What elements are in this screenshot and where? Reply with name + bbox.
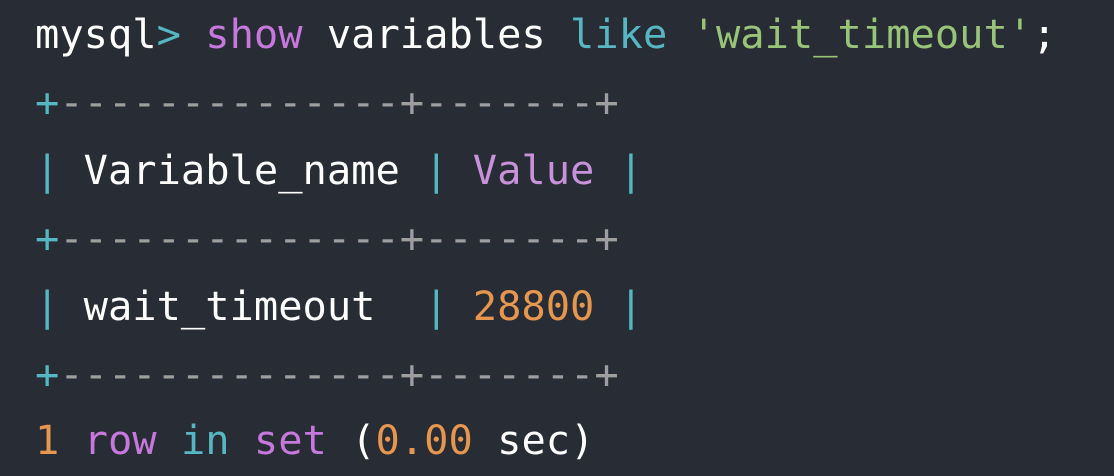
word-in: in [180, 416, 230, 464]
prompt-symbol: > [156, 10, 181, 58]
border-plus-mid: + [399, 214, 425, 262]
border-dashes-value: ------- [424, 214, 595, 262]
border-dashes-name: -------------- [59, 350, 400, 398]
cell-variable-name: wait_timeout [83, 282, 376, 330]
table-border-top: +--------------+-------+ [35, 82, 619, 122]
prompt-label: mysql [35, 10, 157, 58]
border-plus-right: + [594, 350, 619, 398]
keyword-like: like [570, 10, 668, 58]
border-dashes-name: -------------- [59, 78, 400, 126]
pipe-right: | [618, 146, 644, 194]
paren-open: ( [351, 416, 376, 464]
terminal-window[interactable]: mysql> show variables like 'wait_timeout… [0, 0, 1114, 476]
table-border-bottom: +--------------+-------+ [35, 354, 619, 394]
border-dashes-name: -------------- [59, 214, 400, 262]
table-header-row: | Variable_name | Value | [35, 150, 643, 190]
border-dashes-value: ------- [424, 350, 595, 398]
border-plus-mid: + [399, 78, 425, 126]
pipe-left: | [35, 282, 60, 330]
table-row: | wait_timeout | 28800 | [35, 286, 643, 326]
pipe-left: | [35, 146, 60, 194]
border-plus-left: + [35, 214, 60, 262]
border-plus-mid: + [399, 350, 425, 398]
keyword-show: show [205, 10, 303, 58]
border-plus-right: + [594, 214, 619, 262]
header-variable-name: Variable_name [83, 146, 400, 194]
table-border-middle: +--------------+-------+ [35, 218, 619, 258]
pipe-right: | [618, 282, 644, 330]
pipe-mid: | [424, 282, 449, 330]
paren-close: ) [570, 416, 595, 464]
border-plus-right: + [594, 78, 619, 126]
word-variables: variables [326, 10, 546, 58]
border-dashes-value: ------- [424, 78, 595, 126]
time-unit: sec [497, 416, 571, 464]
pipe-mid: | [424, 146, 449, 194]
word-set: set [253, 416, 327, 464]
elapsed-time: 0.00 [375, 416, 473, 464]
border-plus-left: + [35, 78, 60, 126]
row-count: 1 [35, 416, 60, 464]
result-summary: 1 row in set (0.00 sec) [35, 420, 594, 460]
word-row: row [83, 416, 157, 464]
cell-value: 28800 [472, 282, 595, 330]
string-literal: 'wait_timeout' [691, 10, 1033, 58]
statement-terminator: ; [1032, 10, 1057, 58]
border-plus-left: + [35, 350, 60, 398]
header-value: Value [472, 146, 595, 194]
command-line: mysql> show variables like 'wait_timeout… [35, 14, 1056, 54]
